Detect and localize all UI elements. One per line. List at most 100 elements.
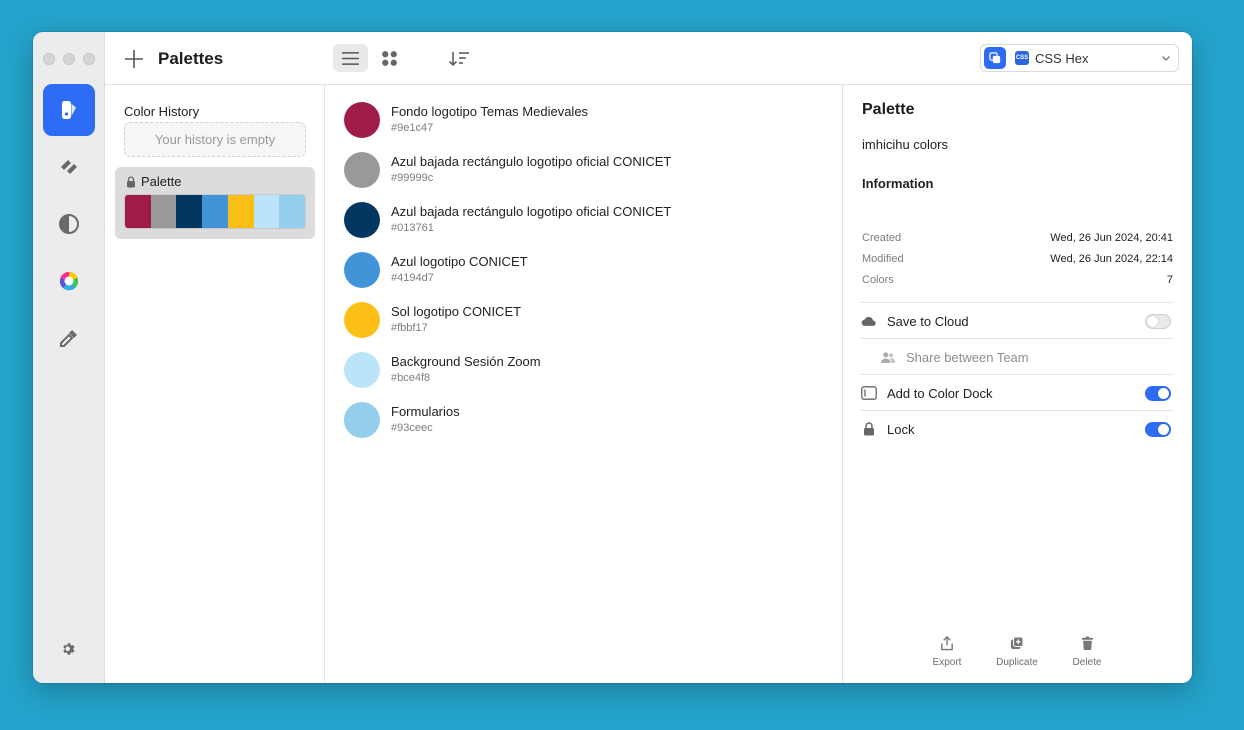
color-list: Fondo logotipo Temas Medievales #9e1c47 Az…: [325, 85, 843, 683]
color-name: Sol logotipo CONICET: [391, 304, 522, 319]
rail-contrast-button[interactable]: [43, 198, 95, 250]
lock-icon: [127, 176, 135, 188]
palette-card-name: Palette: [141, 174, 182, 189]
color-dock-row: Add to Color Dock: [860, 374, 1173, 410]
cloud-icon: [861, 313, 877, 329]
color-format-select[interactable]: CSS CSS Hex: [980, 44, 1179, 72]
save-to-cloud-toggle[interactable]: [1145, 314, 1171, 329]
sort-button[interactable]: [446, 46, 472, 72]
color-name: Background Sesión Zoom: [391, 354, 541, 369]
inspector-panel: Palette imhicihu colors Information Crea…: [843, 85, 1192, 683]
color-swatch-dot[interactable]: [344, 152, 380, 188]
color-swatch-dot[interactable]: [344, 302, 380, 338]
palette-card[interactable]: Palette: [115, 167, 315, 239]
color-list-item[interactable]: Background Sesión Zoom #bce4f8: [344, 352, 824, 402]
trash-icon: [1079, 635, 1095, 651]
palette-swatch: [176, 195, 203, 228]
color-list-item[interactable]: Azul logotipo CONICET #4194d7: [344, 252, 824, 302]
grid-view-button[interactable]: [375, 44, 403, 72]
export-button[interactable]: Export: [917, 635, 977, 668]
save-to-cloud-row: Save to Cloud: [860, 302, 1173, 338]
color-list-item[interactable]: Formularios #93ceec: [344, 402, 824, 452]
color-wheel-icon: [59, 272, 79, 291]
lock-row: Lock: [860, 410, 1173, 446]
delete-button[interactable]: Delete: [1057, 635, 1117, 668]
color-swatch-dot[interactable]: [344, 202, 380, 238]
toolbar: Palettes CSS CSS Hex: [105, 32, 1192, 85]
gear-icon: [63, 643, 75, 655]
grid-dots-icon: [381, 50, 397, 66]
share-team-row: Share between Team: [860, 338, 1173, 374]
color-swatch-dot[interactable]: [344, 352, 380, 388]
color-name: Fondo logotipo Temas Medievales: [391, 104, 589, 119]
color-hex-value: #99999c: [391, 172, 434, 184]
color-name: Azul logotipo CONICET: [391, 254, 528, 269]
color-swatch-dot[interactable]: [344, 252, 380, 288]
format-app-icon: [984, 47, 1006, 69]
duplicate-button[interactable]: Duplicate: [987, 635, 1047, 668]
palettes-panel: Color History Your history is empty Pale…: [105, 85, 325, 683]
color-dock-toggle[interactable]: [1145, 386, 1171, 401]
app-window: Palettes CSS CSS Hex Color History Your …: [33, 32, 1192, 683]
zoom-window-button[interactable]: [83, 53, 95, 65]
info-modified-label: Modified: [862, 253, 904, 265]
delete-label: Delete: [1072, 657, 1102, 668]
color-list-item[interactable]: Azul bajada rectángulo logotipo oficial …: [344, 202, 824, 252]
lock-toggle[interactable]: [1145, 422, 1171, 437]
dock-icon: [861, 385, 877, 401]
palette-swatch: [227, 195, 254, 228]
color-hex-value: #93ceec: [391, 422, 433, 434]
minimize-window-button[interactable]: [63, 53, 75, 65]
color-swatch-dot[interactable]: [344, 402, 380, 438]
duplicate-label: Duplicate: [996, 657, 1038, 668]
palette-swatch: [279, 195, 305, 228]
color-hex-value: #9e1c47: [391, 122, 434, 134]
eyedropper-icon: [60, 330, 77, 347]
palette-swatches: [124, 194, 306, 229]
color-list-item[interactable]: Fondo logotipo Temas Medievales #9e1c47: [344, 102, 824, 152]
list-view-button[interactable]: [333, 44, 368, 72]
css-badge-icon: CSS: [1015, 51, 1029, 65]
info-created-value: Wed, 26 Jun 2024, 20:41: [1050, 232, 1173, 244]
chevron-down-icon: [1162, 56, 1170, 61]
information-heading: Information: [862, 176, 934, 191]
color-list-item[interactable]: Azul bajada rectángulo logotipo oficial …: [344, 152, 824, 202]
info-colors-label: Colors: [862, 274, 894, 286]
color-hex-value: #bce4f8: [391, 372, 431, 384]
lock-icon: [861, 421, 877, 437]
rail-color-wheel-button[interactable]: [43, 255, 95, 307]
palette-swatch: [253, 195, 280, 228]
sidebar-rail: [33, 32, 105, 683]
color-list-item[interactable]: Sol logotipo CONICET #fbbf17: [344, 302, 824, 352]
rail-gradients-button[interactable]: [43, 141, 95, 193]
info-modified-value: Wed, 26 Jun 2024, 22:14: [1050, 253, 1173, 265]
export-icon: [939, 635, 955, 651]
color-hex-value: #4194d7: [391, 272, 434, 284]
duplicate-icon: [1009, 635, 1025, 651]
history-empty-state: Your history is empty: [124, 122, 306, 157]
color-swatch-dot[interactable]: [344, 102, 380, 138]
color-format-label: CSS Hex: [1035, 50, 1089, 66]
share-team-label[interactable]: Share between Team: [906, 350, 1029, 365]
settings-button[interactable]: [59, 639, 79, 659]
add-palette-button[interactable]: [123, 48, 145, 70]
sort-icon: [448, 52, 469, 67]
color-hex-value: #013761: [391, 222, 434, 234]
info-created-row: Created Wed, 26 Jun 2024, 20:41: [862, 232, 1173, 246]
rail-eyedropper-button[interactable]: [43, 312, 95, 364]
palette-swatch: [125, 195, 151, 228]
color-name: Azul bajada rectángulo logotipo oficial …: [391, 204, 672, 219]
save-to-cloud-label: Save to Cloud: [887, 314, 969, 329]
close-window-button[interactable]: [43, 53, 55, 65]
rail-palettes-button[interactable]: [43, 84, 95, 136]
people-icon: [880, 349, 896, 365]
palette-name[interactable]: imhicihu colors: [862, 137, 948, 152]
plus-icon: [125, 50, 143, 68]
color-name: Formularios: [391, 404, 460, 419]
info-colors-row: Colors 7: [862, 274, 1173, 288]
palette-swatch: [150, 195, 177, 228]
palette-actions: Export Duplicate Delete: [843, 635, 1192, 675]
list-icon: [342, 51, 359, 65]
palettes-icon: [62, 101, 76, 119]
contrast-icon: [59, 214, 79, 234]
